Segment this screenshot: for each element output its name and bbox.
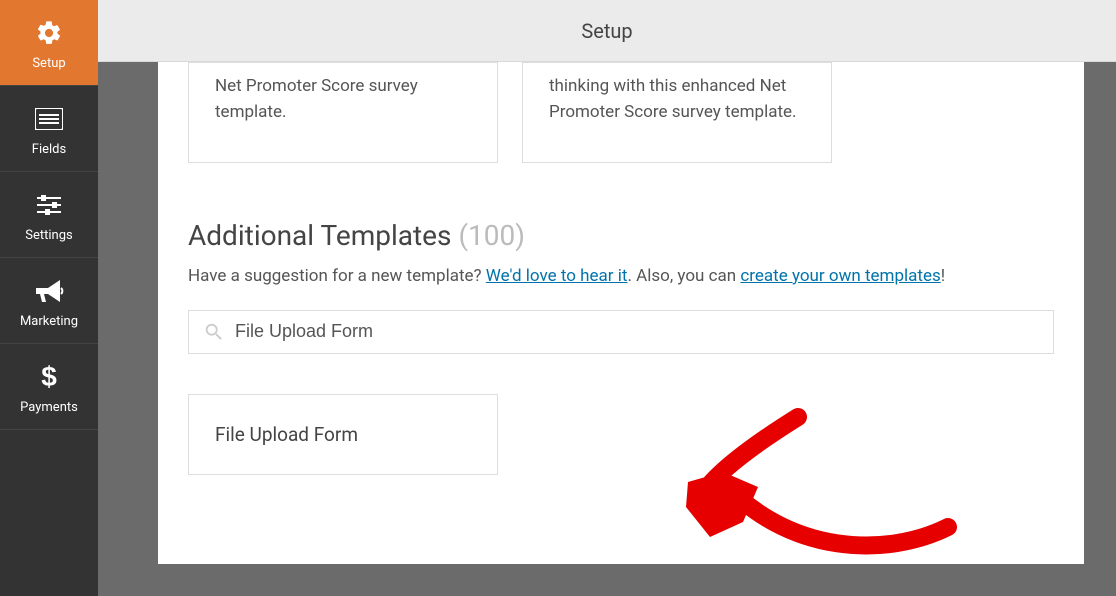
sidebar-item-label: Marketing [20, 314, 78, 329]
template-card[interactable]: thinking with this enhanced Net Promoter… [522, 62, 832, 163]
dollar-icon: $ [40, 362, 58, 392]
sidebar-item-fields[interactable]: Fields [0, 86, 98, 172]
additional-templates-heading: Additional Templates (100) [188, 219, 1054, 252]
sidebar-item-label: Setup [32, 56, 65, 71]
sidebar-item-label: Settings [25, 228, 72, 243]
search-icon [203, 321, 225, 343]
gear-icon [35, 18, 63, 48]
annotation-arrow [668, 377, 988, 596]
suggestion-text: Have a suggestion for a new template? We… [188, 266, 1054, 286]
search-input[interactable] [235, 321, 1039, 342]
svg-text:$: $ [41, 362, 57, 392]
template-card-text: Net Promoter Score survey template. [215, 73, 471, 126]
topbar: Setup [98, 0, 1116, 62]
template-result-title: File Upload Form [215, 423, 471, 446]
sidebar-item-label: Fields [32, 142, 66, 157]
list-icon [35, 104, 63, 134]
bullhorn-icon [34, 276, 64, 306]
page-title: Setup [581, 19, 632, 43]
suggestion-link-hear[interactable]: We'd love to hear it [486, 266, 628, 286]
heading-count: (100) [458, 219, 525, 252]
sidebar: Setup Fields Settings Marketing $ Paymen… [0, 0, 98, 596]
suggestion-link-create[interactable]: create your own templates [740, 266, 940, 286]
heading-text: Additional Templates [188, 219, 451, 252]
sidebar-item-setup[interactable]: Setup [0, 0, 98, 86]
sidebar-item-label: Payments [20, 400, 78, 415]
content-panel: Net Promoter Score survey template. thin… [158, 62, 1084, 564]
template-search[interactable] [188, 310, 1054, 354]
template-card-text: thinking with this enhanced Net Promoter… [549, 73, 805, 126]
sidebar-item-marketing[interactable]: Marketing [0, 258, 98, 344]
template-result-card[interactable]: File Upload Form [188, 394, 498, 475]
sliders-icon [35, 190, 63, 220]
template-card[interactable]: Net Promoter Score survey template. [188, 62, 498, 163]
sidebar-item-payments[interactable]: $ Payments [0, 344, 98, 430]
sidebar-item-settings[interactable]: Settings [0, 172, 98, 258]
